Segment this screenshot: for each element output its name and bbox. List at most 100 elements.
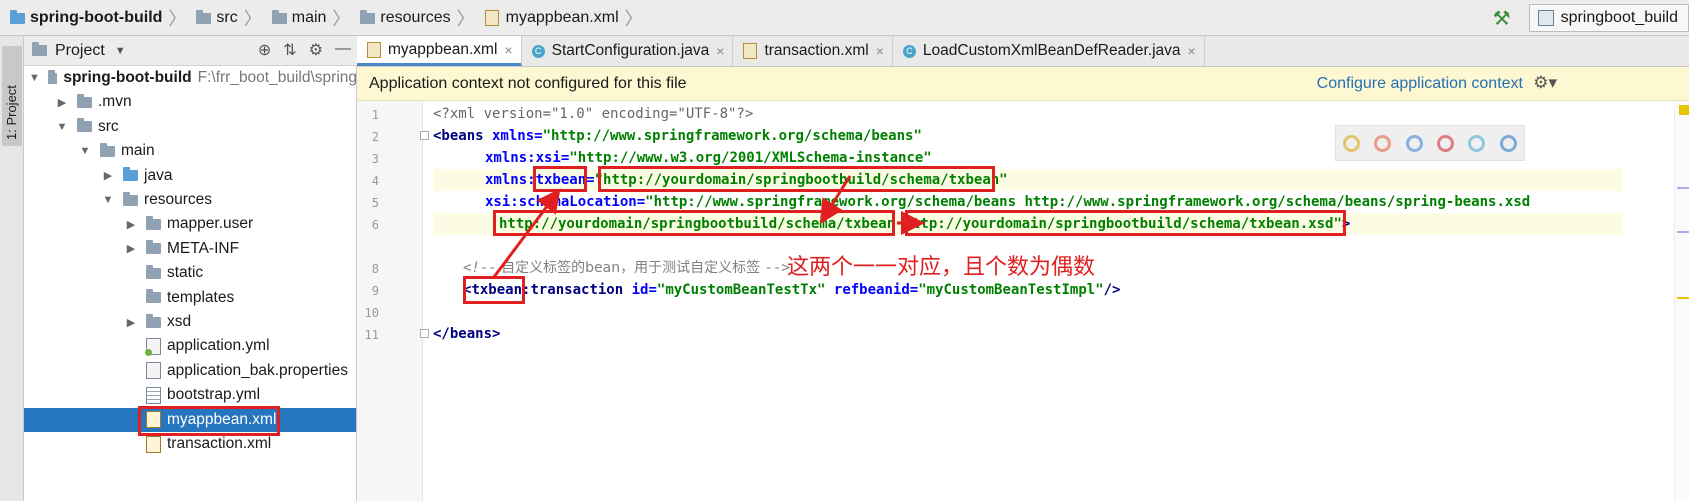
line-number: 2	[371, 130, 379, 144]
tab-transaction-xml[interactable]: transaction.xml ×	[733, 36, 893, 66]
tree-item-static[interactable]: static	[24, 261, 356, 285]
tree-item-src[interactable]: ▼ src	[24, 115, 356, 139]
tree-item-templates[interactable]: templates	[24, 286, 356, 310]
chevron-right-icon[interactable]: ▶	[55, 96, 69, 109]
tab-label: StartConfiguration.java	[551, 42, 710, 59]
close-icon[interactable]: ×	[876, 43, 884, 59]
change-marker[interactable]	[1677, 187, 1689, 189]
folder-icon	[32, 42, 47, 56]
opera-icon[interactable]	[1437, 134, 1455, 152]
folder-icon	[360, 9, 376, 24]
tree-item-java[interactable]: ▶ java	[24, 164, 356, 188]
change-marker[interactable]	[1677, 231, 1689, 233]
folder-icon	[77, 93, 92, 108]
fold-toggle[interactable]	[420, 329, 429, 338]
close-icon[interactable]: ×	[504, 42, 512, 58]
project-tool-tab-label: 1: Project	[4, 85, 19, 140]
tree-item-application-bak-properties[interactable]: application_bak.properties	[24, 359, 356, 383]
run-config-selector[interactable]: springboot_build	[1528, 4, 1689, 32]
tree-item-label: META-INF	[167, 239, 240, 257]
tree-item-mapper-user[interactable]: ▶ mapper.user	[24, 212, 356, 236]
warning-marker[interactable]	[1677, 297, 1689, 299]
safari-icon[interactable]	[1405, 134, 1423, 152]
breadcrumb-item-src[interactable]: src 〉	[196, 5, 267, 31]
hammer-icon[interactable]: ⚒	[1493, 6, 1511, 31]
chevron-right-icon[interactable]: ▶	[101, 169, 115, 182]
annotation-box-schema-ns	[493, 210, 895, 236]
annotation-box-schema-xsd	[905, 210, 1346, 236]
tree-item-label: java	[144, 166, 173, 184]
gear-icon[interactable]: ⚙	[309, 40, 323, 60]
chevron-down-icon[interactable]: ▼	[78, 145, 92, 157]
folder-icon	[146, 313, 161, 328]
tree-item-label: application.yml	[167, 337, 270, 355]
file-icon	[146, 362, 161, 380]
chevron-down-icon[interactable]: ▼	[101, 194, 115, 206]
fold-toggle[interactable]	[420, 131, 429, 140]
folder-icon	[146, 264, 161, 279]
chevron-right-icon[interactable]: ▶	[124, 242, 138, 255]
tree-item-main[interactable]: ▼ main	[24, 139, 356, 163]
annotation-box-tag-prefix	[463, 276, 525, 304]
project-panel-header: Project ▼ ⊕ ⇅ ⚙ —	[24, 36, 357, 66]
firefox-icon[interactable]	[1374, 134, 1392, 152]
folder-icon	[123, 191, 138, 206]
annotation-box-prefix	[533, 166, 587, 192]
tree-item-label: xsd	[167, 313, 192, 330]
configure-context-link[interactable]: Configure application context	[1317, 75, 1523, 93]
chevron-right-icon[interactable]: ▶	[124, 316, 138, 329]
tree-item-label: application_bak.properties	[167, 361, 348, 379]
annotation-note: 这两个一一对应，且个数为偶数	[787, 255, 1096, 280]
chevron-down-icon[interactable]: ▼	[29, 72, 40, 84]
chevron-right-icon[interactable]: ▶	[124, 218, 138, 231]
folder-icon	[196, 9, 212, 24]
line-gutter: 1 2 3 4 5 6 8 9 10 11	[357, 101, 429, 501]
folder-icon	[146, 240, 161, 255]
chevron-down-icon[interactable]: ▼	[55, 121, 69, 133]
tab-loadcustomxmlbeandefreader-java[interactable]: C LoadCustomXmlBeanDefReader.java ×	[893, 36, 1205, 66]
run-config-icon	[1537, 10, 1554, 26]
close-icon[interactable]: ×	[716, 43, 724, 59]
line-number: 9	[371, 284, 379, 298]
tree-item-label: static	[167, 264, 204, 282]
context-banner: Application context not configured for t…	[357, 67, 1689, 101]
tree-item-xsd[interactable]: ▶ xsd	[24, 310, 356, 334]
tree-item-application-yml[interactable]: application.yml	[24, 334, 356, 358]
project-view-selector[interactable]: Project ▼	[32, 42, 126, 60]
breadcrumb-item-resources[interactable]: resources 〉	[360, 5, 480, 31]
breadcrumb-item-main[interactable]: main 〉	[271, 5, 357, 31]
chrome-icon[interactable]	[1343, 134, 1361, 152]
line-number: 5	[371, 196, 379, 210]
run-config-area: ⚒ springboot_build	[1493, 4, 1689, 32]
chevron-down-icon: ▼	[114, 44, 126, 57]
warning-marker[interactable]	[1679, 105, 1689, 115]
tree-item-label: src	[98, 117, 119, 135]
line-number: 3	[371, 152, 379, 166]
breadcrumb-item-file[interactable]: myappbean.xml 〉	[484, 5, 649, 31]
settings-icon[interactable]: ⚙▾	[1533, 73, 1557, 93]
collapse-icon[interactable]: ⇅	[283, 40, 296, 60]
tree-item-bootstrap-yml[interactable]: bootstrap.yml	[24, 383, 356, 407]
tab-label: LoadCustomXmlBeanDefReader.java	[922, 42, 1181, 59]
edge-icon[interactable]	[1499, 134, 1517, 152]
tree-item-spring-boot-build[interactable]: ▼ spring-boot-build F:\frr_boot_build\spri…	[24, 66, 356, 90]
breadcrumb-item-project[interactable]: spring-boot-build 〉	[10, 5, 192, 31]
tab-myappbean-xml[interactable]: myappbean.xml ×	[357, 36, 522, 66]
code-editor[interactable]: 1 2 3 4 5 6 8 9 10 11 <?xml version="1.0…	[357, 101, 1689, 501]
browser-preview-bar	[1335, 125, 1525, 161]
tab-startconfiguration-java[interactable]: C StartConfiguration.java ×	[522, 36, 734, 66]
tree-item-meta-inf[interactable]: ▶ META-INF	[24, 237, 356, 261]
line-number: 8	[371, 262, 379, 276]
folder-icon	[146, 289, 161, 304]
hide-panel-icon[interactable]: —	[335, 40, 351, 60]
target-icon[interactable]: ⊕	[258, 40, 271, 60]
tree-item-label: transaction.xml	[167, 435, 272, 452]
tree-item-mvn[interactable]: ▶ .mvn	[24, 90, 356, 114]
tab-label: transaction.xml	[764, 42, 869, 59]
annotation-box-selected-file	[138, 406, 280, 436]
tree-item-label: templates	[167, 288, 235, 306]
tree-item-resources[interactable]: ▼ resources	[24, 188, 356, 212]
tree-item-label: bootstrap.yml	[167, 386, 261, 404]
ie-icon[interactable]	[1468, 134, 1486, 152]
close-icon[interactable]: ×	[1188, 43, 1196, 59]
